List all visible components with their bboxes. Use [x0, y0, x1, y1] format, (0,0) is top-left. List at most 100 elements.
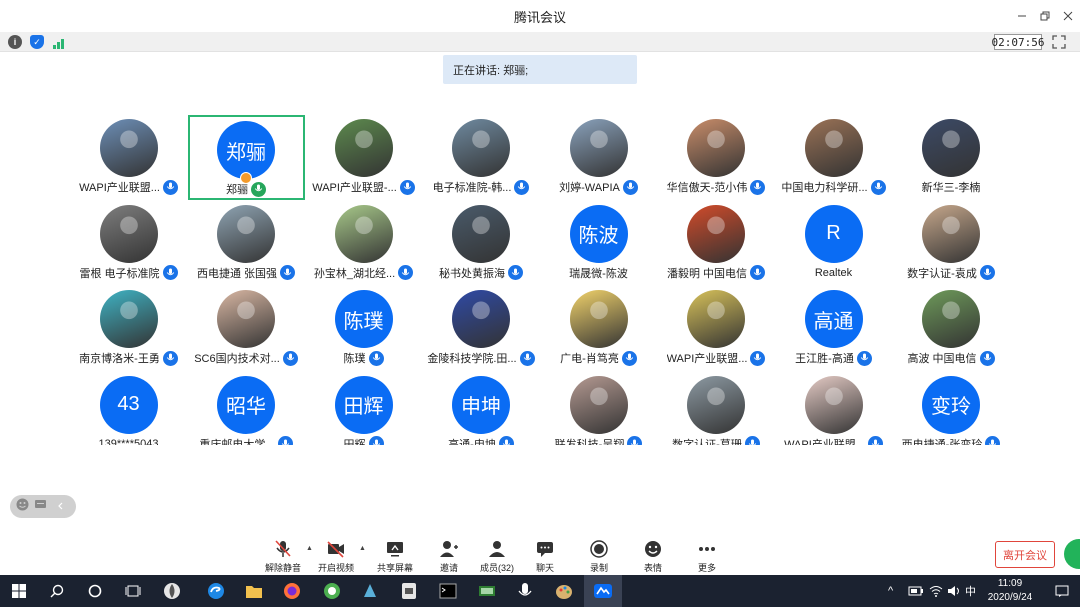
participant-tile[interactable]: 华信傲天-范小伟 [658, 115, 775, 200]
leave-meeting-button[interactable]: 离开会议 [995, 541, 1055, 568]
participant-name: 高波 中国电信 [907, 353, 977, 365]
participant-tile[interactable]: WAPI产业联盟... [775, 372, 892, 445]
participant-tile[interactable]: 郑骊 郑骊 [187, 115, 305, 200]
participant-tile[interactable]: WAPI产业联盟... [658, 286, 775, 371]
participant-name: 陈璞 [343, 353, 366, 365]
participant-avatar [922, 204, 980, 263]
participant-tile[interactable]: 陈璞 陈璞 [305, 286, 422, 371]
taskbar-clock[interactable]: 11:09 2020/9/24 [982, 577, 1038, 605]
chat-button[interactable]: 聊天 [523, 535, 567, 575]
participant-name: 孙宝林_湖北经... [313, 267, 396, 280]
participant-name-row: WAPI产业联盟... [658, 350, 775, 366]
participant-tile[interactable]: 秘书处黄振海 [423, 201, 540, 286]
input-language[interactable]: 中 [965, 575, 976, 607]
firefox-icon[interactable] [273, 575, 311, 607]
participant-tile[interactable]: 高波 中国电信 [893, 286, 1010, 371]
close-icon[interactable] [1054, 0, 1080, 32]
notification-icon[interactable] [1055, 575, 1069, 607]
taskview-icon[interactable] [114, 575, 152, 607]
collapse-panel[interactable] [10, 495, 76, 518]
participant-tile[interactable]: 联发科技-吴翔 [540, 372, 657, 445]
participant-tile[interactable]: 变玲 西电捷通-张变玲 [893, 372, 1010, 445]
participant-tile[interactable]: 西电捷通 张国强 [188, 201, 305, 286]
participant-name-row: 瑞晟微-陈波 [540, 265, 657, 281]
participant-tile[interactable]: 广电-肖笃亮 [540, 286, 657, 371]
video-caret-icon[interactable]: ▲ [359, 545, 366, 552]
participant-tile[interactable]: 刘婷-WAPIA [540, 115, 657, 200]
mute-caret-icon[interactable]: ▲ [306, 545, 313, 552]
participant-tile[interactable]: WAPI产业联盟-... [305, 115, 422, 200]
participant-avatar: 郑骊 [217, 121, 275, 179]
participant-name-row: Realtek [775, 265, 892, 281]
app-green-icon[interactable] [313, 575, 351, 607]
participant-tile[interactable]: WAPI产业联盟... [70, 115, 187, 200]
participant-tile[interactable]: 电子标准院-韩... [423, 115, 540, 200]
battery-icon[interactable] [908, 575, 924, 607]
participant-tile[interactable]: 昭华 重庆邮电大学... [188, 372, 305, 445]
windows-icon[interactable] [0, 575, 38, 607]
participant-tile[interactable]: 新华三-李楠 [893, 115, 1010, 200]
unmute-button[interactable]: 解除静音 [261, 535, 305, 575]
mic-icon [399, 179, 415, 195]
participant-name-row: 秘书处黄振海 [423, 265, 540, 281]
fullscreen-icon[interactable] [1052, 35, 1066, 49]
share-screen-button[interactable]: 共享屏幕 [373, 535, 417, 575]
participant-tile[interactable]: 孙宝林_湖北经... [305, 201, 422, 286]
mic-app-icon[interactable] [506, 575, 544, 607]
participant-name: 新华三-李楠 [921, 182, 981, 194]
participant-tile[interactable]: 陈波 瑞晟微-陈波 [540, 201, 657, 286]
participant-name: 潘毅明 中国电信 [666, 267, 748, 280]
participant-tile[interactable]: 田辉 田辉 [305, 372, 422, 445]
invite-icon [440, 541, 458, 557]
shield-icon[interactable]: ✓ [30, 35, 44, 49]
emoji-button[interactable]: 表情 [631, 535, 675, 575]
search-icon[interactable] [38, 575, 76, 607]
participant-name: 中国电力科学研... [781, 182, 868, 194]
members-button[interactable]: 成员(32) [475, 535, 519, 575]
participant-name-row: WAPI产业联盟... [775, 436, 892, 445]
collapse-arrow-icon[interactable] [56, 498, 66, 516]
mic-icon [744, 436, 760, 445]
participant-tile[interactable]: 金陵科技学院.田... [423, 286, 540, 371]
app-board-icon[interactable] [468, 575, 506, 607]
folder-icon[interactable] [235, 575, 273, 607]
cmd-icon[interactable] [429, 575, 467, 607]
tray-overflow-icon[interactable]: ^ [888, 575, 893, 607]
chat-label: 聊天 [535, 563, 554, 573]
emoji-small-icon[interactable] [16, 498, 29, 516]
participant-tile[interactable]: SC6国内技术对... [188, 286, 305, 371]
app-pdf-icon[interactable] [390, 575, 428, 607]
app-blue-icon[interactable] [351, 575, 389, 607]
participant-tile[interactable]: 高通 王江胜-高通 [775, 286, 892, 371]
participant-tile[interactable]: 申坤 高通-申坤 [423, 372, 540, 445]
edge-icon[interactable] [197, 575, 235, 607]
volume-icon[interactable] [947, 575, 961, 607]
participant-name: 数字认证-葛珊 [672, 438, 742, 446]
participant-tile[interactable]: 雷根 电子标准院 [70, 201, 187, 286]
app-icon[interactable] [153, 575, 191, 607]
chat-small-icon[interactable] [34, 498, 47, 516]
signal-icon[interactable] [52, 36, 66, 54]
wifi-icon[interactable] [929, 575, 943, 607]
participant-tile[interactable]: 南京博洛米-王勇 [70, 286, 187, 371]
participant-name: 电子标准院-韩... [432, 182, 512, 194]
more-button[interactable]: 更多 [685, 535, 729, 575]
windows-taskbar: ^ 中 11:09 2020/9/24 [0, 575, 1080, 607]
tencent-meeting-icon[interactable] [584, 575, 622, 607]
invite-button[interactable]: 邀请 [427, 535, 471, 575]
start-video-button[interactable]: 开启视频 [314, 535, 358, 575]
participant-tile[interactable]: 数字认证-袁成 [893, 201, 1010, 286]
participant-tile[interactable]: 数字认证-葛珊 [658, 372, 775, 446]
participant-tile[interactable]: 中国电力科学研... [775, 115, 892, 200]
participant-avatar [569, 290, 628, 348]
cortana-icon[interactable] [76, 575, 114, 607]
participant-tile[interactable]: R Realtek [775, 201, 892, 286]
participant-tile[interactable]: 潘毅明 中国电信 [658, 201, 775, 286]
mic-icon [627, 436, 643, 445]
record-button[interactable]: 录制 [577, 535, 621, 575]
participant-tile[interactable]: 43 139****5043 [70, 372, 187, 445]
info-icon[interactable]: i [8, 35, 22, 49]
participant-name-row: 陈璞 [305, 350, 422, 366]
paint-icon[interactable] [545, 575, 583, 607]
participant-name-row: 电子标准院-韩... [423, 179, 540, 195]
